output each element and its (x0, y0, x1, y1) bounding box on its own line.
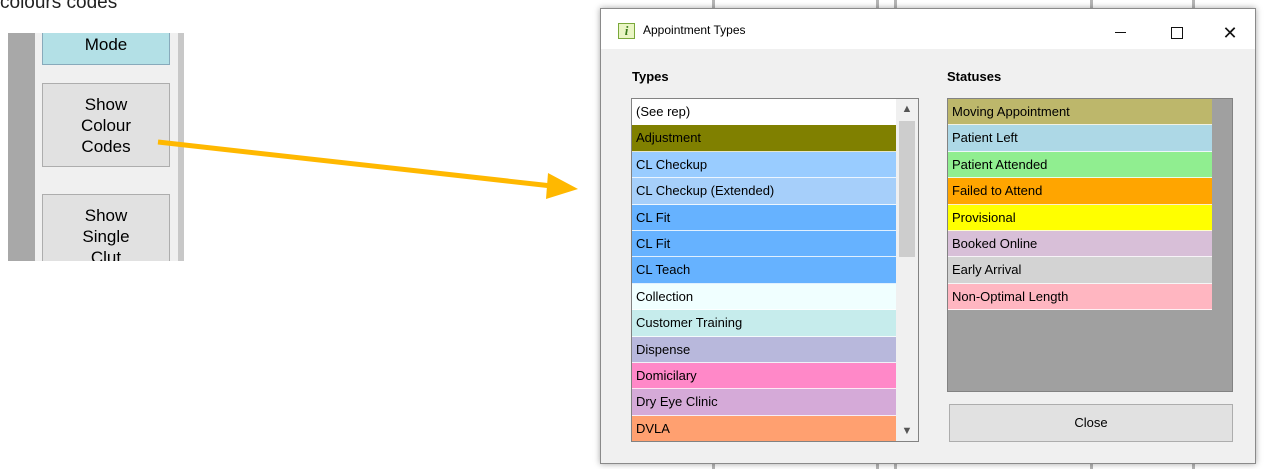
statuses-heading: Statuses (947, 69, 1002, 84)
arrow-head (546, 173, 578, 199)
type-row[interactable]: CL Checkup (632, 151, 896, 179)
status-row[interactable]: Patient Attended (948, 151, 1212, 179)
type-row[interactable]: Collection (632, 283, 896, 311)
types-list: (See rep) Adjustment CL Checkup CL Checkup … (632, 99, 896, 441)
statuses-list: Moving Appointment Patient Left Patient At… (948, 99, 1212, 311)
type-row[interactable]: CL Fit (632, 230, 896, 258)
maximize-button[interactable] (1154, 17, 1200, 49)
status-row[interactable]: Moving Appointment (948, 99, 1212, 126)
type-row[interactable]: Customer Training (632, 310, 896, 337)
types-scrollbar[interactable]: ▲ ▼ (896, 99, 918, 441)
status-row[interactable]: Booked Online (948, 230, 1212, 258)
type-row[interactable]: CL Checkup (Extended) (632, 178, 896, 205)
arrow-shaft (157, 139, 553, 189)
status-row[interactable]: Early Arrival (948, 257, 1212, 284)
minimize-button[interactable] (1097, 17, 1143, 49)
title-bar[interactable]: i Appointment Types ✕ (601, 9, 1255, 49)
dialog-title: Appointment Types (643, 23, 746, 37)
type-row[interactable]: CL Teach (632, 257, 896, 284)
types-heading: Types (632, 69, 669, 84)
appointment-types-dialog: i Appointment Types ✕ Types Statuses (Se… (600, 8, 1256, 464)
type-row[interactable]: DVLA (632, 415, 896, 441)
window-close-button[interactable]: ✕ (1207, 17, 1253, 49)
close-icon: ✕ (1222, 23, 1238, 43)
scroll-up-icon[interactable]: ▲ (896, 99, 918, 119)
scroll-down-icon[interactable]: ▼ (896, 421, 918, 441)
maximize-icon (1171, 26, 1183, 39)
types-listbox[interactable]: (See rep) Adjustment CL Checkup CL Checkup … (631, 98, 919, 442)
type-row[interactable]: Dispense (632, 336, 896, 363)
statuses-listbox[interactable]: Moving Appointment Patient Left Patient At… (947, 98, 1233, 392)
type-row[interactable]: Domicilary (632, 362, 896, 390)
status-row[interactable]: Failed to Attend (948, 178, 1212, 205)
type-row[interactable]: Adjustment (632, 125, 896, 152)
status-row[interactable]: Provisional (948, 204, 1212, 231)
status-row[interactable]: Patient Left (948, 125, 1212, 152)
status-row[interactable]: Non-Optimal Length (948, 283, 1212, 311)
minimize-icon (1114, 32, 1126, 34)
type-row[interactable]: (See rep) (632, 99, 896, 126)
type-row[interactable]: CL Fit (632, 204, 896, 231)
close-button[interactable]: Close (949, 404, 1233, 442)
scroll-thumb[interactable] (899, 121, 915, 257)
type-row[interactable]: Dry Eye Clinic (632, 389, 896, 416)
info-icon: i (618, 23, 635, 39)
